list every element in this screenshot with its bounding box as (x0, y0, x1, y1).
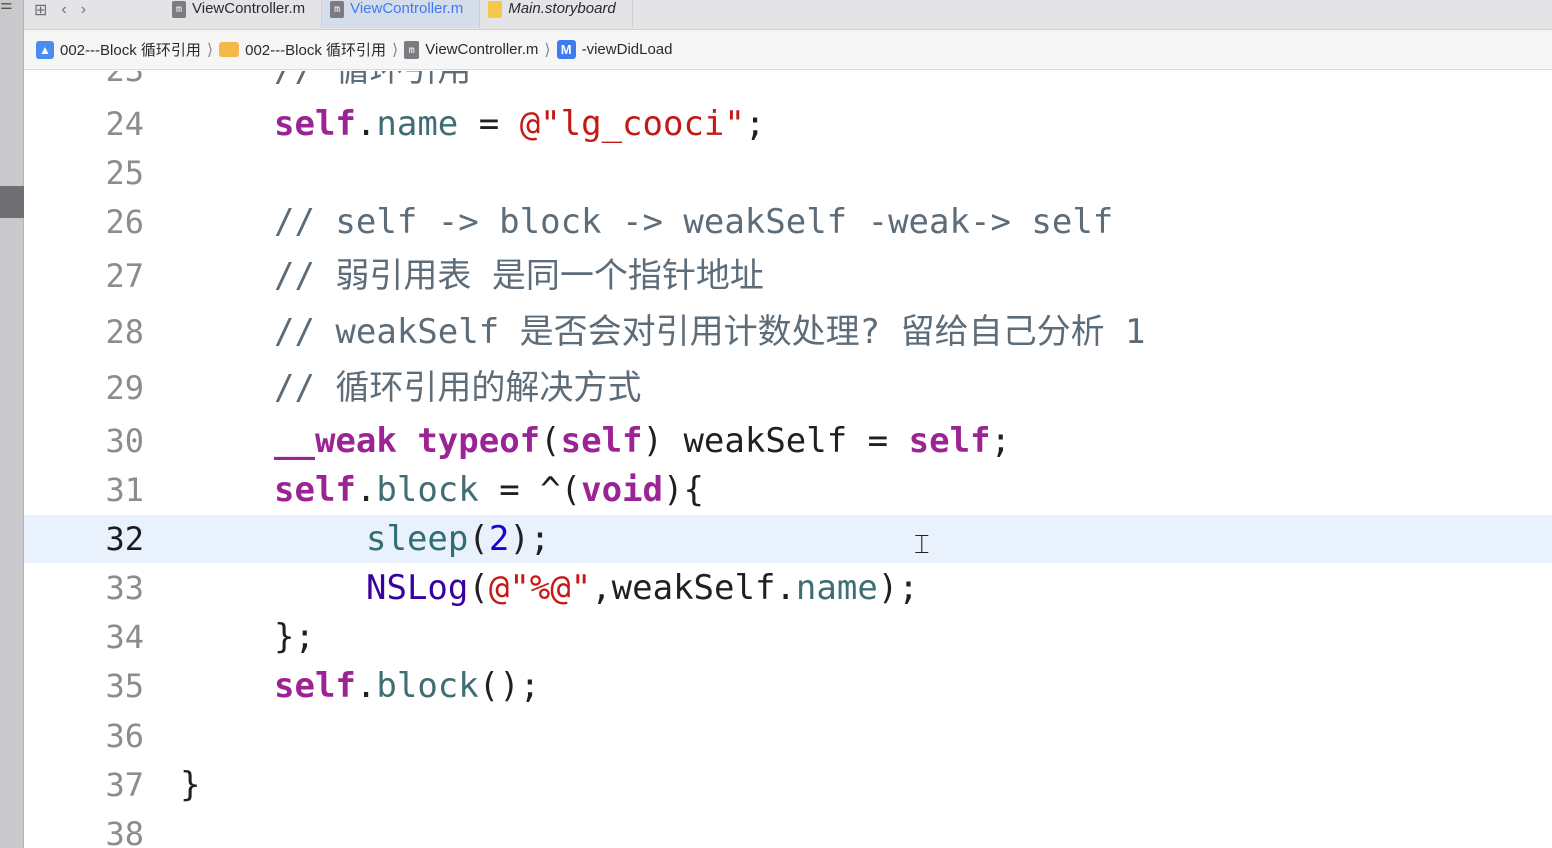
breadcrumb-separator-icon: ⟩ (392, 41, 399, 59)
xcode-window: ☰ ⊞ ‹ › m ViewController.m m ViewControl… (0, 0, 1552, 848)
breadcrumb: ▲ 002---Block 循环引用 ⟩ 002---Block 循环引用 ⟩ … (24, 30, 1552, 70)
line-number: 28 (105, 313, 144, 351)
code-line[interactable]: 28 // weakSelf 是否会对引用计数处理? 留给自己分析 1 (24, 308, 1552, 356)
code-line[interactable]: 30 __weak typeof(self) weakSelf = self; (24, 417, 1552, 465)
code-text: // weakSelf 是否会对引用计数处理? 留给自己分析 1 (274, 312, 1146, 352)
code-line[interactable]: 37 } (24, 761, 1552, 809)
code-line[interactable]: 23 // 循环引用 (24, 71, 1552, 94)
code-text: }; (274, 617, 315, 657)
current-code-line[interactable]: 32 sleep(2); (24, 515, 1552, 563)
breadcrumb-separator-icon: ⟩ (206, 41, 214, 59)
tab-label: Main.storyboard (508, 0, 616, 17)
grid-icon[interactable]: ⊞ (34, 0, 47, 20)
code-editor[interactable]: 23 // 循环引用 24 self.name = @"lg_cooci"; 2… (24, 71, 1552, 848)
navigator-scroll-thumb[interactable] (0, 186, 24, 218)
tab-viewcontroller-active[interactable]: m ViewController.m (322, 0, 481, 28)
code-line[interactable]: 38 (24, 810, 1552, 848)
code-text: // 循环引用的解决方式 (274, 368, 642, 408)
project-icon: ▲ (36, 40, 54, 59)
code-line[interactable]: 33 NSLog(@"%@",weakSelf.name); (24, 564, 1552, 612)
breadcrumb-project[interactable]: ▲ 002---Block 循环引用 (36, 39, 201, 60)
line-number: 31 (105, 471, 144, 509)
tab-controls: ⊞ ‹ › (24, 0, 144, 20)
forward-chevron-icon[interactable]: › (81, 1, 86, 19)
breadcrumb-group[interactable]: 002---Block 循环引用 (219, 39, 386, 60)
line-number: 25 (105, 154, 144, 192)
code-text: // self -> block -> weakSelf -weak-> sel… (274, 202, 1114, 242)
tab-bar: ⊞ ‹ › m ViewController.m m ViewControlle… (24, 0, 1552, 30)
breadcrumb-method[interactable]: M -viewDidLoad (556, 40, 673, 59)
tab-viewcontroller-1[interactable]: m ViewController.m (164, 0, 323, 28)
line-number: 23 (24, 71, 144, 94)
line-number: 33 (105, 569, 144, 607)
code-line[interactable]: 24 self.name = @"lg_cooci"; (24, 100, 1552, 148)
code-text: self.block(); (274, 666, 541, 706)
code-text: self.name = @"lg_cooci"; (274, 104, 766, 144)
code-line[interactable]: 34 }; (24, 613, 1552, 661)
objc-file-icon: m (330, 1, 345, 18)
code-line[interactable]: 36 (24, 712, 1552, 760)
storyboard-file-icon (488, 1, 503, 18)
line-number: 32 (105, 520, 144, 558)
line-number: 35 (105, 667, 144, 705)
code-text: __weak typeof(self) weakSelf = self; (274, 421, 1011, 461)
line-number: 34 (105, 618, 144, 656)
tab-label: ViewController.m (192, 0, 306, 17)
folder-icon (219, 42, 240, 57)
navigator-edge[interactable]: ☰ (0, 0, 24, 848)
tab-main-storyboard[interactable]: Main.storyboard (480, 0, 633, 28)
method-icon: M (556, 40, 576, 59)
line-number: 38 (105, 815, 144, 848)
code-text: } (180, 765, 201, 805)
code-line[interactable]: 29 // 循环引用的解决方式 (24, 364, 1552, 412)
breadcrumb-separator-icon: ⟩ (544, 41, 551, 59)
objc-file-icon: m (172, 1, 186, 18)
code-text: self.block = ^(void){ (274, 470, 704, 510)
code-line[interactable]: 35 self.block(); (24, 662, 1552, 710)
code-line[interactable]: 25 (24, 149, 1552, 197)
line-number: 36 (105, 717, 144, 755)
line-number: 26 (105, 203, 144, 241)
line-number: 30 (105, 422, 144, 460)
code-text: sleep(2); (366, 519, 551, 559)
line-number: 24 (105, 105, 144, 143)
code-line[interactable]: 26 // self -> block -> weakSelf -weak-> … (24, 198, 1552, 246)
line-number: 37 (105, 766, 144, 804)
back-chevron-icon[interactable]: ‹ (61, 1, 66, 19)
tab-label: ViewController.m (350, 0, 464, 17)
code-text: // 弱引用表 是同一个指针地址 (274, 256, 764, 296)
objc-file-icon: m (404, 40, 420, 59)
line-number: 27 (105, 257, 144, 295)
text-cursor-icon: ⌶ (914, 530, 930, 560)
line-number: 29 (105, 369, 144, 407)
code-line[interactable]: 31 self.block = ^(void){ (24, 466, 1552, 514)
breadcrumb-file[interactable]: m ViewController.m (404, 40, 538, 59)
code-text: NSLog(@"%@",weakSelf.name); (366, 568, 919, 608)
code-line[interactable]: 27 // 弱引用表 是同一个指针地址 (24, 252, 1552, 300)
code-text: // 循环引用 (274, 71, 471, 94)
sidebar-toggle-icon[interactable]: ☰ (0, 0, 13, 16)
